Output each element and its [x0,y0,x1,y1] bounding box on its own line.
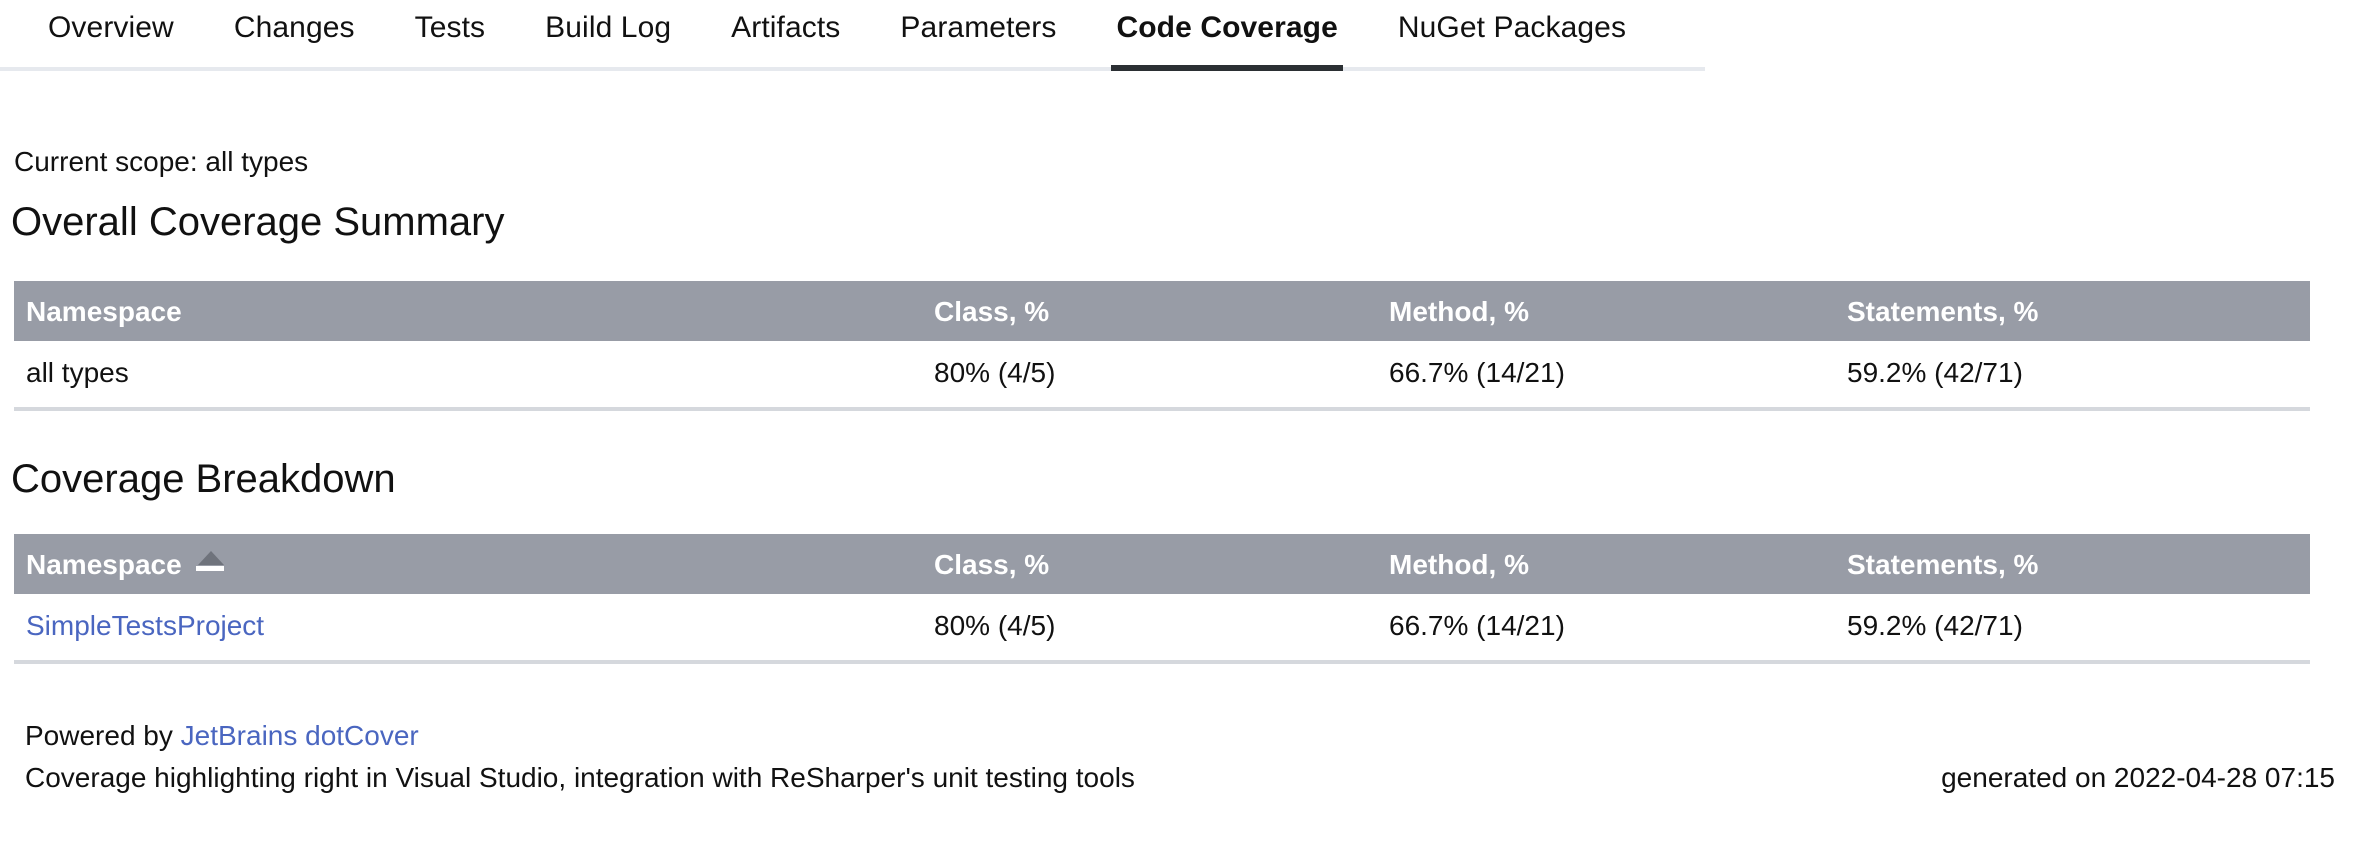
column-header-statements[interactable]: Statements, % [1847,281,2310,341]
column-header-label: Namespace [26,296,182,327]
jetbrains-dotcover-link[interactable]: JetBrains dotCover [181,720,419,751]
table-body: all types 80% (4/5) 66.7% (14/21) 59.2% … [14,341,2310,411]
column-header-class[interactable]: Class, % [934,534,1389,594]
tab-tests[interactable]: Tests [385,0,516,67]
cell-method: 66.7% (14/21) [1389,341,1847,411]
coverage-breakdown-table: Namespace Class, % Method, % Statements,… [14,534,2310,664]
column-header-namespace[interactable]: Namespace [14,281,934,341]
namespace-link[interactable]: SimpleTestsProject [26,610,264,641]
column-header-label: Statements, % [1847,549,2039,580]
table-header-row: Namespace Class, % Method, % Statements,… [14,534,2310,594]
table-header: Namespace Class, % Method, % Statements,… [14,534,2310,594]
column-header-namespace[interactable]: Namespace [14,534,934,594]
column-header-method[interactable]: Method, % [1389,281,1847,341]
column-header-label: Namespace [26,549,182,580]
tab-label: Parameters [900,11,1057,44]
tab-label: Build Log [545,11,672,44]
tab-label: Overview [48,11,174,44]
cell-class: 80% (4/5) [934,341,1389,411]
sort-ascending-icon[interactable] [195,551,226,573]
column-header-statements[interactable]: Statements, % [1847,534,2310,594]
column-header-label: Class, % [934,296,1050,327]
tab-overview[interactable]: Overview [18,0,204,67]
table-header: Namespace Class, % Method, % Statements,… [14,281,2310,341]
powered-by-prefix: Powered by [25,720,181,751]
column-header-label: Method, % [1389,549,1529,580]
column-header-label: Method, % [1389,296,1529,327]
cell-method: 66.7% (14/21) [1389,594,1847,664]
footer: Powered by JetBrains dotCover Coverage h… [0,715,2353,841]
overall-coverage-summary-table: Namespace Class, % Method, % Statements,… [14,281,2310,411]
powered-by-line: Powered by JetBrains dotCover [25,715,1135,757]
overall-coverage-summary-title: Overall Coverage Summary [11,200,505,244]
footer-left-block: Powered by JetBrains dotCover Coverage h… [25,715,1135,799]
table-row: all types 80% (4/5) 66.7% (14/21) 59.2% … [14,341,2310,411]
coverage-breakdown-title: Coverage Breakdown [11,457,396,501]
column-header-label: Class, % [934,549,1050,580]
column-header-class[interactable]: Class, % [934,281,1389,341]
tab-label: Code Coverage [1116,11,1338,44]
build-tabs-bar: Overview Changes Tests Build Log Artifac… [0,0,1705,71]
tab-label: Tests [414,11,486,44]
cell-statements: 59.2% (42/71) [1847,594,2310,664]
tab-changes[interactable]: Changes [204,0,385,67]
column-header-label: Statements, % [1847,296,2039,327]
cell-namespace: SimpleTestsProject [14,594,934,664]
tab-label: NuGet Packages [1397,11,1627,44]
tab-label: Changes [233,11,355,44]
tab-parameters[interactable]: Parameters [870,0,1086,67]
tab-code-coverage[interactable]: Code Coverage [1086,0,1367,71]
cell-class: 80% (4/5) [934,594,1389,664]
tab-artifacts[interactable]: Artifacts [701,0,870,67]
tab-nuget-packages[interactable]: NuGet Packages [1368,0,1656,67]
current-scope-text: Current scope: all types [14,146,309,177]
table-body: SimpleTestsProject 80% (4/5) 66.7% (14/2… [14,594,2310,664]
column-header-method[interactable]: Method, % [1389,534,1847,594]
table-row: SimpleTestsProject 80% (4/5) 66.7% (14/2… [14,594,2310,664]
footer-tagline: Coverage highlighting right in Visual St… [25,762,1135,793]
cell-namespace: all types [14,341,934,411]
table-header-row: Namespace Class, % Method, % Statements,… [14,281,2310,341]
generated-on-text: generated on 2022-04-28 07:15 [1941,762,2335,793]
tab-build-log[interactable]: Build Log [515,0,701,67]
tab-label: Artifacts [731,11,841,44]
cell-statements: 59.2% (42/71) [1847,341,2310,411]
